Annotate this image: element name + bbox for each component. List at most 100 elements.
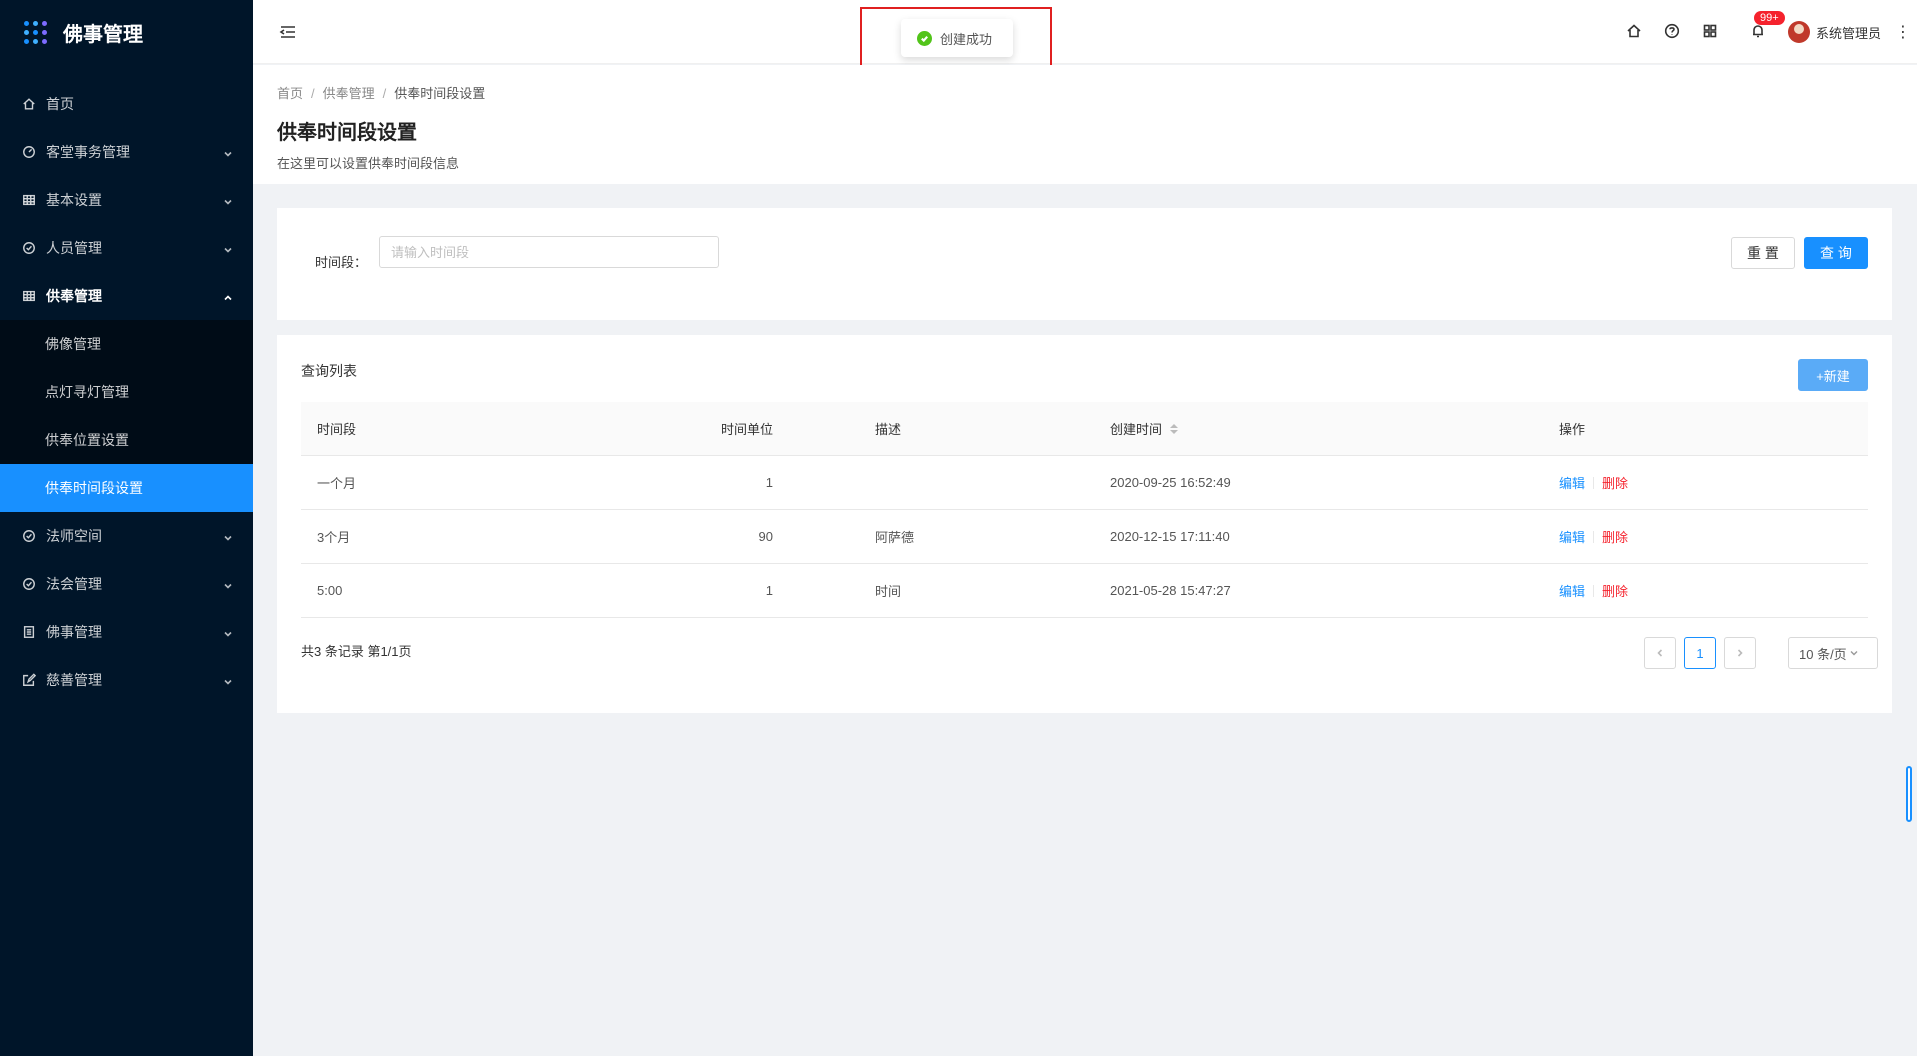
table-icon bbox=[22, 193, 36, 207]
cell-unit: 1 bbox=[765, 475, 773, 490]
query-button[interactable]: 查 询 bbox=[1804, 237, 1868, 269]
home-icon bbox=[22, 97, 36, 111]
sidebar-item-ceremonies[interactable]: 法会管理 bbox=[0, 560, 253, 608]
chevron-down-icon bbox=[223, 146, 233, 157]
action-divider bbox=[1593, 584, 1595, 597]
breadcrumb-offering[interactable]: 供奉管理 bbox=[323, 86, 375, 101]
sidebar-item-lamps[interactable]: 点灯寻灯管理 bbox=[0, 368, 253, 416]
chevron-down-icon bbox=[223, 194, 233, 205]
app-grid-icon bbox=[24, 20, 47, 44]
header-actions: 99+ 系统管理员 ⋮ bbox=[1606, 0, 1917, 64]
sidebar-menu: 首页 客堂事务管理 基本设置 人员管理 供奉管理 佛像管理 点灯寻灯管理 供奉位… bbox=[0, 80, 253, 704]
sidebar-item-home[interactable]: 首页 bbox=[0, 80, 253, 128]
more-vertical-icon[interactable]: ⋮ bbox=[1895, 22, 1911, 42]
cell-actions: 编辑 删除 bbox=[1546, 473, 1868, 492]
chevron-down-icon bbox=[223, 674, 233, 685]
edit-link[interactable]: 编辑 bbox=[1559, 527, 1585, 546]
sidebar-item-label: 法会管理 bbox=[46, 576, 102, 592]
page-header: 首页 / 供奉管理 / 供奉时间段设置 供奉时间段设置 在这里可以设置供奉时间段信息 bbox=[253, 65, 1917, 184]
cell-description: 时间 bbox=[875, 584, 902, 599]
cell-created: 2020-09-25 16:52:49 bbox=[1110, 475, 1231, 490]
edit-icon bbox=[22, 673, 36, 687]
sidebar-item-label: 点灯寻灯管理 bbox=[45, 384, 129, 400]
home-icon[interactable] bbox=[1626, 23, 1644, 41]
user-name[interactable]: 系统管理员 bbox=[1816, 23, 1881, 42]
cell-period: 一个月 bbox=[317, 476, 357, 491]
action-divider bbox=[1593, 530, 1595, 543]
top-header: 99+ 系统管理员 ⋮ bbox=[253, 0, 1917, 64]
page-size-select[interactable]: 10 条/页 bbox=[1788, 637, 1878, 669]
sidebar-item-offering[interactable]: 供奉管理 bbox=[0, 272, 253, 320]
chevron-up-icon bbox=[223, 290, 233, 301]
sort-icon[interactable] bbox=[1170, 423, 1179, 434]
search-card: 时间段： 重 置 查 询 bbox=[277, 208, 1892, 320]
toast-message: 创建成功 bbox=[940, 31, 993, 47]
delete-link[interactable]: 删除 bbox=[1602, 473, 1628, 492]
sidebar-item-basic-settings[interactable]: 基本设置 bbox=[0, 176, 253, 224]
reset-button[interactable]: 重 置 bbox=[1731, 237, 1795, 269]
column-header-description: 描述 bbox=[875, 422, 902, 437]
profile-icon bbox=[22, 625, 36, 639]
chevron-down-icon bbox=[223, 626, 233, 637]
sidebar-item-master-space[interactable]: 法师空间 bbox=[0, 512, 253, 560]
sidebar-item-personnel[interactable]: 人员管理 bbox=[0, 224, 253, 272]
delete-link[interactable]: 删除 bbox=[1602, 527, 1628, 546]
sidebar-item-charity[interactable]: 慈善管理 bbox=[0, 656, 253, 704]
cell-unit: 90 bbox=[758, 529, 773, 544]
cell-actions: 编辑 删除 bbox=[1546, 581, 1868, 600]
sidebar-item-label: 供奉管理 bbox=[46, 288, 102, 304]
sidebar-item-label: 法师空间 bbox=[46, 528, 102, 544]
cell-period: 3个月 bbox=[317, 530, 351, 545]
page-description: 在这里可以设置供奉时间段信息 bbox=[277, 156, 460, 171]
bell-icon[interactable]: 99+ bbox=[1750, 11, 1785, 41]
notification-badge: 99+ bbox=[1753, 11, 1785, 25]
avatar[interactable] bbox=[1787, 21, 1810, 43]
scroll-handle[interactable] bbox=[1906, 766, 1912, 822]
cell-period: 5:00 bbox=[317, 583, 343, 598]
logo[interactable]: 佛事管理 bbox=[0, 0, 253, 64]
offering-submenu: 佛像管理 点灯寻灯管理 供奉位置设置 供奉时间段设置 bbox=[0, 320, 253, 512]
breadcrumb-separator: / bbox=[311, 86, 315, 101]
help-icon[interactable] bbox=[1664, 23, 1682, 41]
sidebar-item-buddha-statues[interactable]: 佛像管理 bbox=[0, 320, 253, 368]
menu-fold-icon[interactable] bbox=[278, 22, 298, 42]
cell-actions: 编辑 删除 bbox=[1546, 527, 1868, 546]
column-header-created[interactable]: 创建时间 bbox=[1101, 419, 1546, 438]
edit-link[interactable]: 编辑 bbox=[1559, 581, 1585, 600]
sidebar-item-buddhist-affairs[interactable]: 佛事管理 bbox=[0, 608, 253, 656]
sidebar-item-label: 佛像管理 bbox=[45, 336, 101, 352]
dashboard-icon bbox=[22, 145, 36, 159]
period-search-input[interactable] bbox=[379, 236, 719, 268]
page-button-current[interactable]: 1 bbox=[1684, 637, 1716, 669]
delete-link[interactable]: 删除 bbox=[1602, 581, 1628, 600]
table-header-row: 时间段 时间单位 描述 创建时间 操作 bbox=[301, 402, 1868, 456]
breadcrumb-current: 供奉时间段设置 bbox=[394, 86, 486, 101]
action-divider bbox=[1593, 476, 1595, 489]
chevron-right-icon bbox=[1737, 649, 1743, 657]
chevron-down-icon bbox=[223, 530, 233, 541]
cell-unit: 1 bbox=[765, 583, 773, 598]
new-button[interactable]: +新建 bbox=[1798, 359, 1868, 391]
prev-page-button[interactable] bbox=[1644, 637, 1676, 669]
data-table: 时间段 时间单位 描述 创建时间 操作 一个月 1 2020-09-25 16:… bbox=[301, 402, 1868, 618]
period-label: 时间段： bbox=[315, 255, 368, 270]
sidebar-item-label: 客堂事务管理 bbox=[46, 144, 130, 160]
sidebar-item-label: 慈善管理 bbox=[46, 672, 102, 688]
table-card: 查询列表 +新建 时间段 时间单位 描述 创建时间 操作 一个月 1 2020-… bbox=[277, 335, 1892, 713]
list-title: 查询列表 bbox=[301, 363, 357, 379]
cell-created: 2020-12-15 17:11:40 bbox=[1110, 529, 1230, 544]
edit-link[interactable]: 编辑 bbox=[1559, 473, 1585, 492]
column-header-created-label: 创建时间 bbox=[1110, 422, 1163, 437]
sidebar-item-reception[interactable]: 客堂事务管理 bbox=[0, 128, 253, 176]
apps-icon[interactable] bbox=[1702, 23, 1720, 41]
chevron-down-icon bbox=[223, 242, 233, 253]
check-circle-icon bbox=[22, 577, 36, 591]
sidebar-item-offering-periods[interactable]: 供奉时间段设置 bbox=[0, 464, 253, 512]
breadcrumb: 首页 / 供奉管理 / 供奉时间段设置 bbox=[277, 83, 1917, 102]
page-size-value: 10 条/页 bbox=[1799, 646, 1847, 662]
breadcrumb-home[interactable]: 首页 bbox=[277, 86, 303, 101]
next-page-button[interactable] bbox=[1724, 637, 1756, 669]
sidebar-item-label: 供奉位置设置 bbox=[45, 432, 129, 448]
sidebar-item-offering-positions[interactable]: 供奉位置设置 bbox=[0, 416, 253, 464]
pagination-summary: 共3 条记录 第1/1页 bbox=[301, 644, 412, 659]
